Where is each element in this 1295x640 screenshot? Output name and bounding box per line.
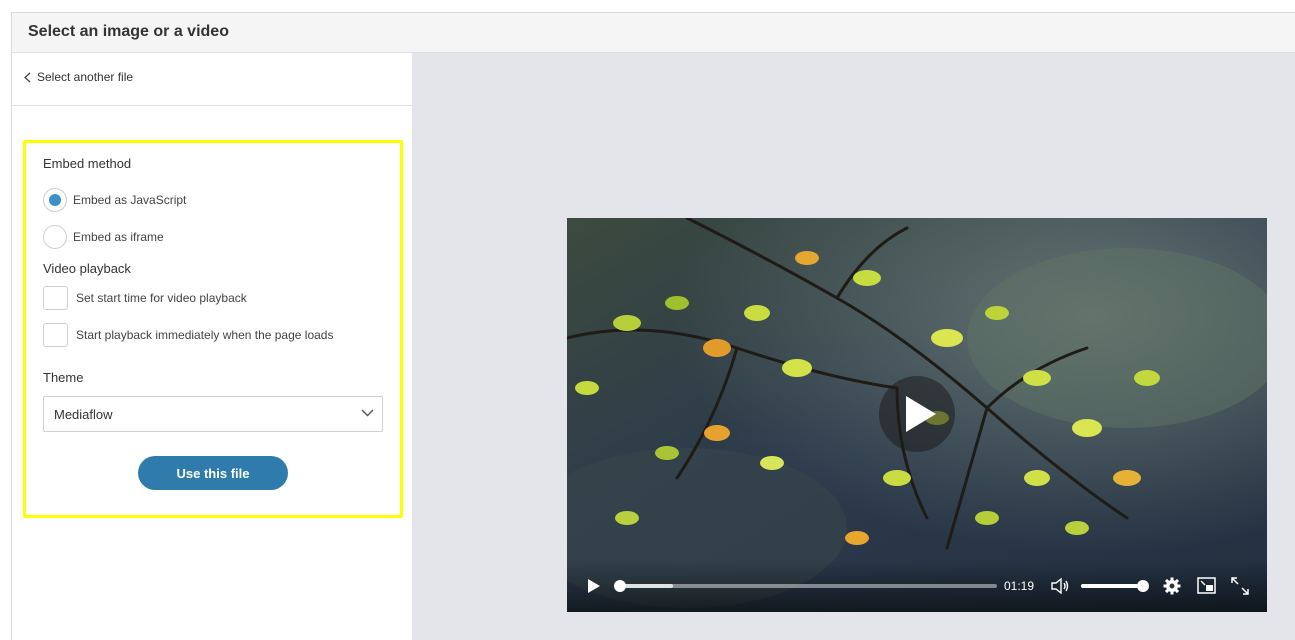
theme-select-value: Mediaflow [54,407,113,422]
buffered-range [620,584,673,588]
checkbox-start-time[interactable]: Set start time for video playback [43,286,247,310]
dialog-title: Select an image or a video [28,23,229,40]
back-link-label: Select another file [37,70,134,84]
embed-method-label: Embed method [43,156,132,171]
select-another-file-link[interactable]: Select another file [24,70,133,84]
play-icon[interactable] [587,578,601,594]
play-icon [906,396,936,432]
chevron-down-icon [361,409,374,417]
progress-handle[interactable] [614,580,626,592]
progress-bar[interactable] [614,580,997,592]
theme-select[interactable]: Mediaflow [43,396,383,432]
video-player[interactable]: 01:19 [567,218,1267,612]
title-bar: Select an image or a video [12,13,1295,53]
volume-level [1081,584,1143,588]
file-picker-dialog: Select an image or a video Select anothe… [11,12,1295,640]
picture-in-picture-icon[interactable] [1197,577,1216,594]
preview-area: 01:19 [412,53,1295,640]
use-this-file-button[interactable]: Use this file [138,456,288,490]
radio-label: Embed as iframe [73,230,164,244]
checkbox-label: Set start time for video playback [76,291,247,305]
big-play-button[interactable] [879,376,955,452]
volume-handle[interactable] [1137,580,1149,592]
settings-icon[interactable] [1163,577,1181,595]
sidebar: Select another file Embed method Embed a… [12,53,412,640]
time-display: 01:19 [1004,579,1035,593]
embed-options-panel: Embed method Embed as JavaScript Embed a… [23,140,403,518]
volume-slider[interactable] [1081,580,1149,592]
radio-button[interactable] [43,225,67,249]
radio-label: Embed as JavaScript [73,193,187,207]
video-playback-label: Video playback [43,261,131,276]
back-row: Select another file [12,53,412,106]
radio-embed-iframe[interactable]: Embed as iframe [43,225,164,249]
chevron-left-icon [24,72,31,82]
radio-embed-javascript[interactable]: Embed as JavaScript [43,188,186,212]
checkbox-autoplay[interactable]: Start playback immediately when the page… [43,323,333,347]
checkbox-label: Start playback immediately when the page… [76,328,334,342]
theme-label: Theme [43,370,84,385]
fullscreen-icon[interactable] [1231,577,1249,595]
checkbox[interactable] [43,323,68,347]
radio-button-checked[interactable] [43,188,67,212]
volume-icon[interactable] [1051,578,1069,594]
checkbox[interactable] [43,286,68,310]
